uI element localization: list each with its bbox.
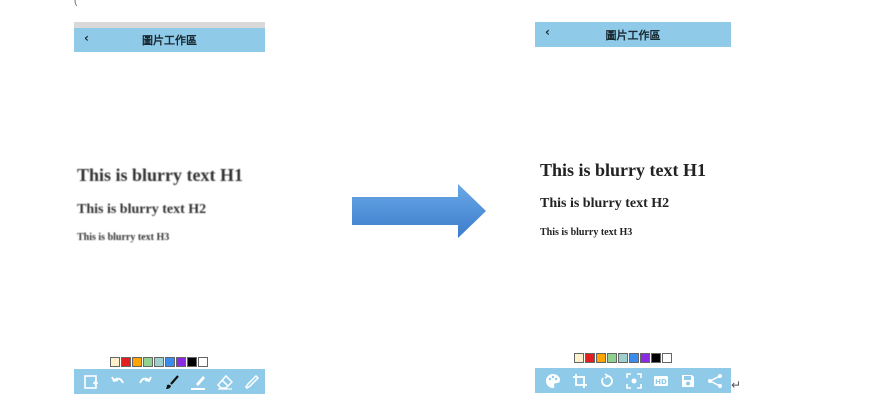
eyedropper-icon[interactable]: [238, 372, 265, 392]
color-swatch[interactable]: [121, 357, 131, 367]
color-swatch[interactable]: [132, 357, 142, 367]
color-swatch[interactable]: [154, 357, 164, 367]
color-swatch[interactable]: [187, 357, 197, 367]
color-swatch[interactable]: [110, 357, 120, 367]
heading-h3: This is blurry text H3: [540, 227, 633, 238]
crop-icon[interactable]: [566, 371, 593, 391]
color-swatch[interactable]: [198, 357, 208, 367]
color-swatch[interactable]: [651, 353, 661, 363]
image-import-icon[interactable]: [78, 372, 105, 392]
title: 圖片工作區: [142, 34, 197, 47]
share-icon[interactable]: [701, 371, 728, 391]
color-swatch[interactable]: [629, 353, 639, 363]
redo-icon[interactable]: [131, 372, 158, 392]
hd-icon[interactable]: HD: [647, 371, 674, 391]
color-swatch[interactable]: [143, 357, 153, 367]
toolbar: HD: [535, 368, 731, 393]
highlighter-icon[interactable]: [185, 372, 212, 392]
focus-icon[interactable]: [620, 371, 647, 391]
heading-h1: This is blurry text H1: [77, 165, 244, 185]
color-swatch[interactable]: [596, 353, 606, 363]
transition-arrow: [352, 184, 486, 238]
heading-h1: This is blurry text H1: [540, 160, 707, 180]
color-palette: [110, 357, 208, 367]
color-swatch[interactable]: [165, 357, 175, 367]
heading-h3: This is blurry text H3: [77, 232, 170, 243]
rotate-icon[interactable]: [593, 371, 620, 391]
brush-icon[interactable]: [158, 372, 185, 392]
after-screen: ‹ 圖片工作區 This is blurry text H1 This is b…: [535, 22, 731, 394]
heading-h2: This is blurry text H2: [540, 196, 670, 211]
color-swatch[interactable]: [618, 353, 628, 363]
back-button[interactable]: ‹: [545, 25, 550, 39]
title: 圖片工作區: [605, 28, 661, 42]
svg-text:HD: HD: [655, 378, 667, 386]
color-swatch[interactable]: [574, 353, 584, 363]
save-icon[interactable]: [674, 371, 701, 391]
eraser-icon[interactable]: [212, 372, 239, 392]
heading-h2: This is blurry text H2: [77, 202, 207, 217]
title-bar: ‹ 圖片工作區: [74, 28, 265, 52]
color-swatch[interactable]: [640, 353, 650, 363]
before-screen: ‹ 圖片工作區 This is blurry text H1 This is b…: [74, 22, 265, 394]
color-swatch[interactable]: [607, 353, 617, 363]
corner-mark: (: [74, 0, 78, 7]
color-swatch[interactable]: [585, 353, 595, 363]
palette-icon[interactable]: [539, 371, 566, 391]
color-swatch[interactable]: [662, 353, 672, 363]
back-button[interactable]: ‹: [84, 31, 89, 45]
undo-icon[interactable]: [105, 372, 132, 392]
return-mark: ↵: [731, 378, 742, 392]
color-palette: [574, 353, 672, 363]
toolbar: [74, 369, 265, 394]
color-swatch[interactable]: [176, 357, 186, 367]
title-bar: ‹ 圖片工作區: [535, 22, 731, 47]
